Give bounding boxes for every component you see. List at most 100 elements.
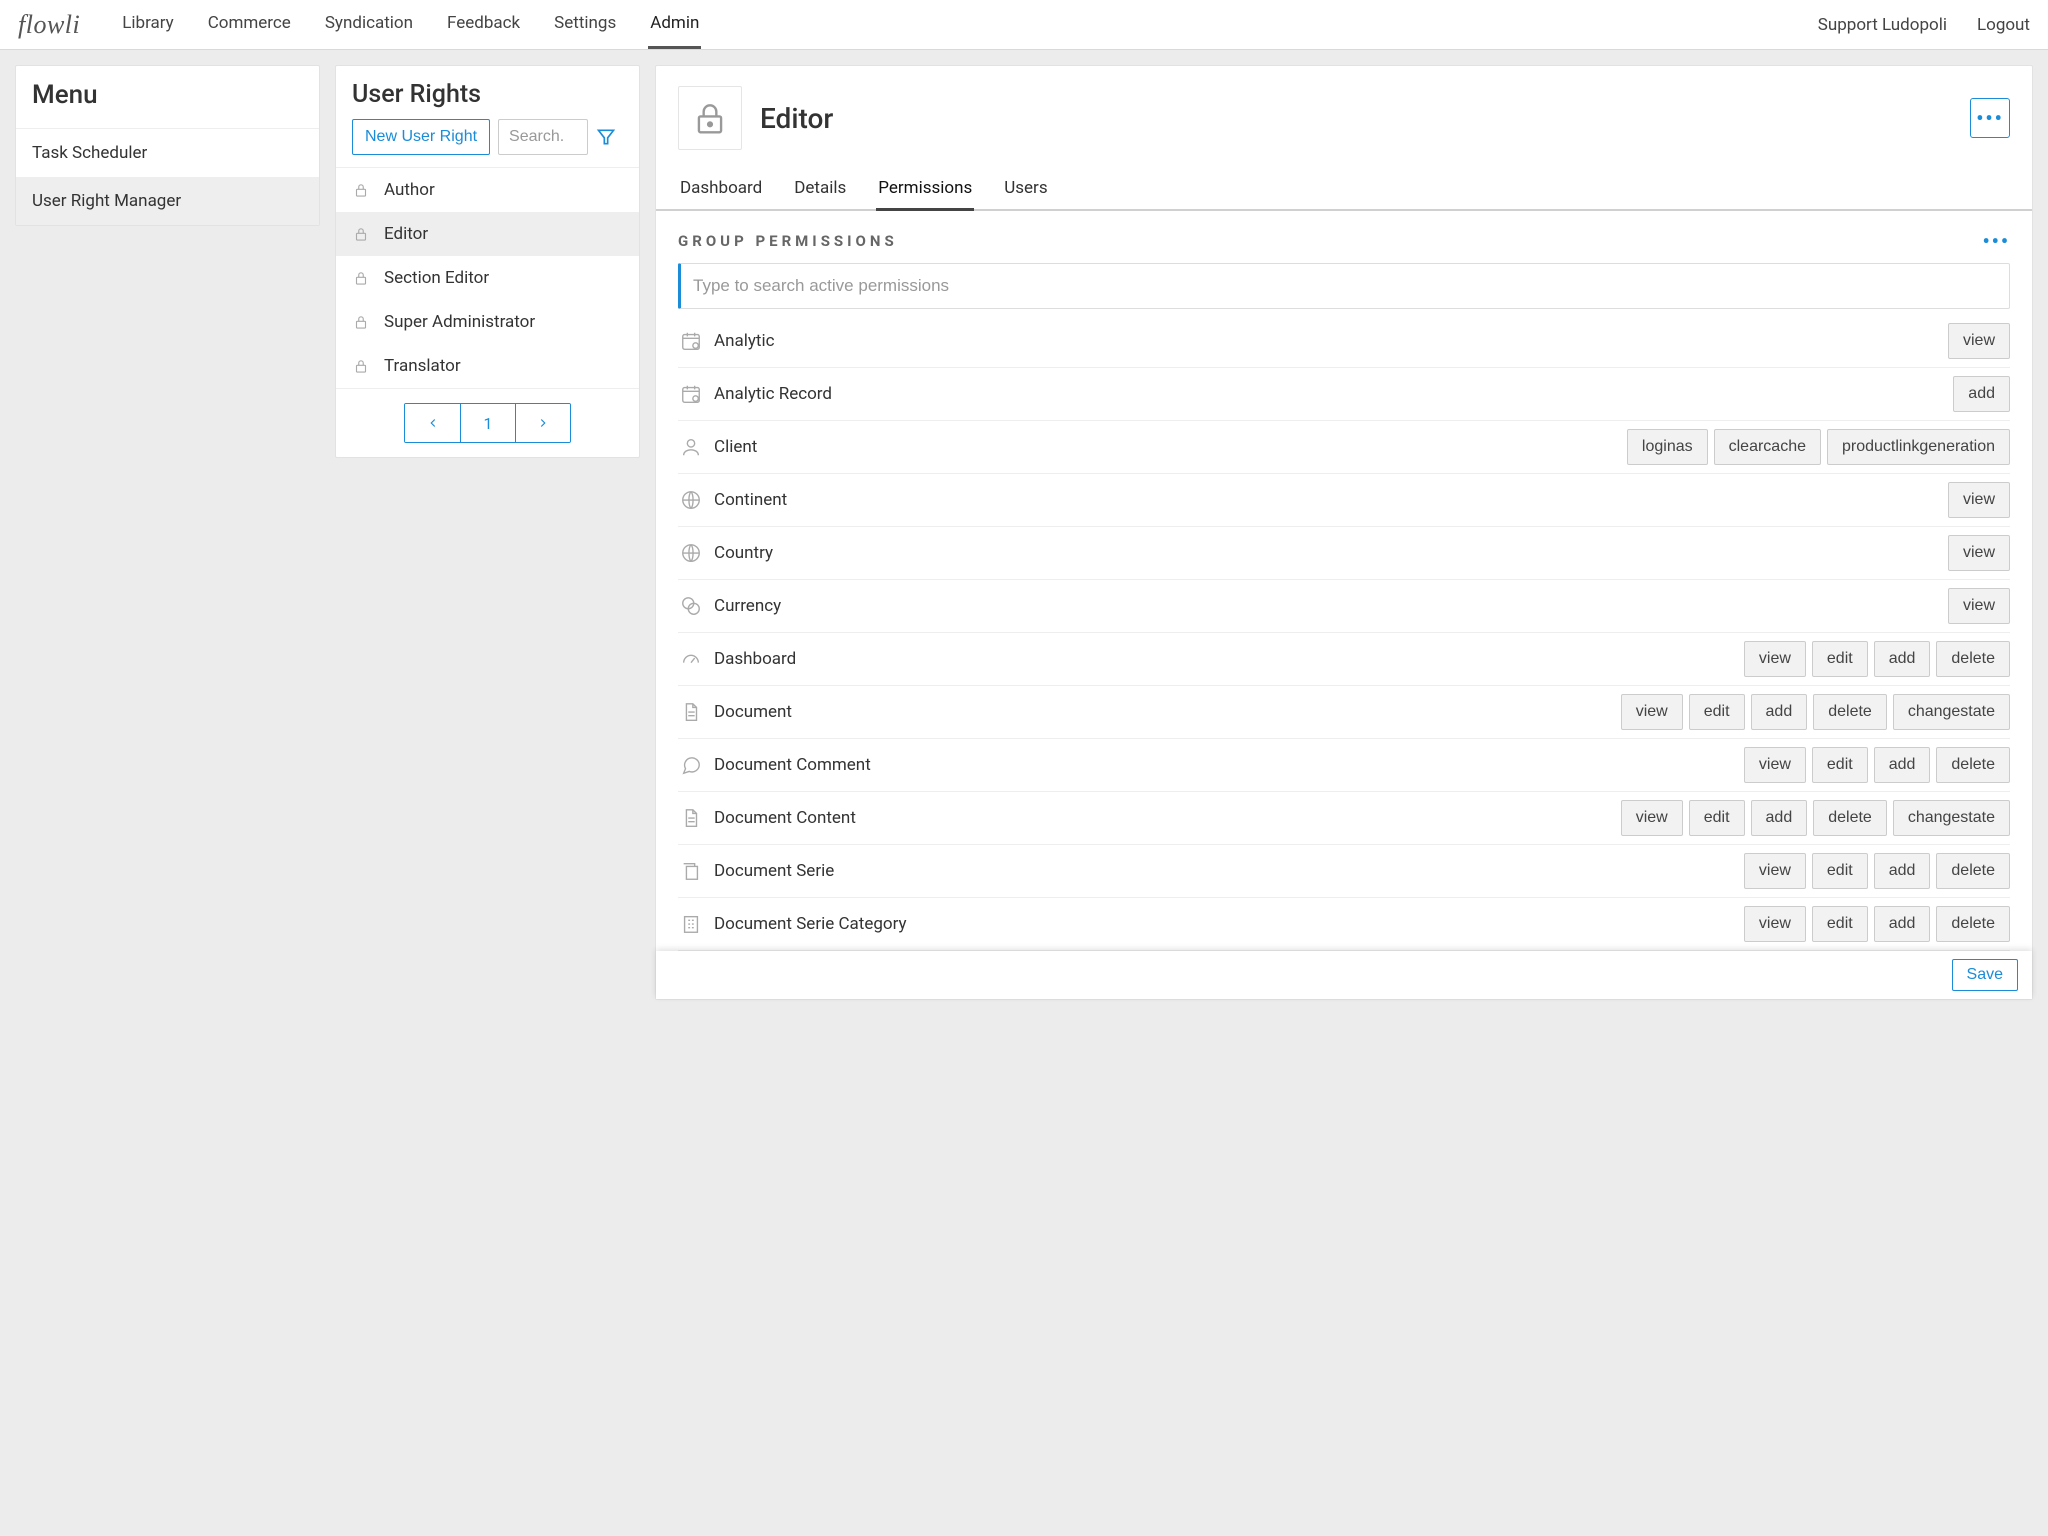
nav-settings[interactable]: Settings bbox=[552, 0, 618, 49]
perm-action-edit[interactable]: edit bbox=[1812, 641, 1868, 677]
user-right-author[interactable]: Author bbox=[336, 168, 639, 212]
permission-row-document: Document vieweditadddeletechangestate bbox=[678, 686, 2010, 739]
nav-right-support-ludopoli[interactable]: Support Ludopoli bbox=[1818, 15, 1947, 35]
perm-action-add[interactable]: add bbox=[1751, 800, 1808, 836]
permission-label: Document Serie Category bbox=[714, 914, 1734, 934]
perm-action-view[interactable]: view bbox=[1744, 853, 1806, 889]
permission-row-dashboard: Dashboardvieweditadddelete bbox=[678, 633, 2010, 686]
perm-action-edit[interactable]: edit bbox=[1689, 800, 1745, 836]
perm-action-add[interactable]: add bbox=[1874, 747, 1931, 783]
perm-action-view[interactable]: view bbox=[1621, 800, 1683, 836]
tab-permissions[interactable]: Permissions bbox=[876, 168, 974, 211]
user-right-label: Editor bbox=[384, 224, 428, 244]
user-right-label: Author bbox=[384, 180, 435, 200]
perm-action-delete[interactable]: delete bbox=[1936, 747, 2010, 783]
perm-action-view[interactable]: view bbox=[1948, 535, 2010, 571]
perm-action-view[interactable]: view bbox=[1948, 588, 2010, 624]
pager-page-button[interactable]: 1 bbox=[460, 404, 515, 442]
filter-icon[interactable] bbox=[596, 127, 616, 147]
menu-item-user-right-manager[interactable]: User Right Manager bbox=[16, 177, 319, 225]
perm-action-loginas[interactable]: loginas bbox=[1627, 429, 1708, 465]
menu-item-task-scheduler[interactable]: Task Scheduler bbox=[16, 129, 319, 177]
permission-label: Document Comment bbox=[714, 755, 1734, 775]
user-right-section-editor[interactable]: Section Editor bbox=[336, 256, 639, 300]
user-rights-title: User Rights bbox=[352, 80, 623, 109]
permission-label: Currency bbox=[714, 596, 1938, 616]
pager-next-button[interactable] bbox=[515, 404, 570, 442]
perm-action-add[interactable]: add bbox=[1751, 694, 1808, 730]
perm-action-delete[interactable]: delete bbox=[1936, 641, 2010, 677]
perm-action-edit[interactable]: edit bbox=[1812, 853, 1868, 889]
perm-action-edit[interactable]: edit bbox=[1812, 747, 1868, 783]
perm-action-changestate[interactable]: changestate bbox=[1893, 694, 2010, 730]
save-button[interactable]: Save bbox=[1952, 959, 2018, 991]
permissions-search-input[interactable] bbox=[678, 263, 2010, 309]
perm-action-view[interactable]: view bbox=[1744, 906, 1806, 942]
permission-actions: vieweditadddelete bbox=[1744, 747, 2010, 783]
perm-action-view[interactable]: view bbox=[1744, 641, 1806, 677]
perm-action-edit[interactable]: edit bbox=[1812, 906, 1868, 942]
permission-actions: vieweditadddelete bbox=[1744, 853, 2010, 889]
pager-prev-button[interactable] bbox=[405, 404, 460, 442]
perm-action-delete[interactable]: delete bbox=[1813, 800, 1887, 836]
perm-action-view[interactable]: view bbox=[1948, 482, 2010, 518]
save-bar: Save bbox=[656, 951, 2032, 999]
tab-users[interactable]: Users bbox=[1002, 168, 1049, 211]
permission-label: Country bbox=[714, 543, 1938, 563]
lock-icon bbox=[352, 181, 370, 199]
nav-feedback[interactable]: Feedback bbox=[445, 0, 522, 49]
tab-details[interactable]: Details bbox=[792, 168, 848, 211]
user-right-label: Super Administrator bbox=[384, 312, 535, 332]
detail-more-button[interactable]: ••• bbox=[1970, 98, 2010, 138]
permission-row-client: Clientloginasclearcacheproductlinkgenera… bbox=[678, 421, 2010, 474]
lock-icon bbox=[678, 86, 742, 150]
nav-library[interactable]: Library bbox=[120, 0, 175, 49]
perm-action-add[interactable]: add bbox=[1874, 906, 1931, 942]
nav-commerce[interactable]: Commerce bbox=[206, 0, 293, 49]
perm-action-add[interactable]: add bbox=[1874, 853, 1931, 889]
user-rights-search-input[interactable] bbox=[498, 119, 588, 155]
tab-dashboard[interactable]: Dashboard bbox=[678, 168, 764, 211]
topbar: flowli Library Commerce Syndication Feedbac… bbox=[0, 0, 2048, 50]
perm-action-view[interactable]: view bbox=[1744, 747, 1806, 783]
permission-actions: vieweditadddeletechangestate bbox=[1621, 800, 2010, 836]
perm-action-clearcache[interactable]: clearcache bbox=[1714, 429, 1821, 465]
user-right-label: Translator bbox=[384, 356, 461, 376]
nav-admin[interactable]: Admin bbox=[648, 0, 701, 49]
permission-actions: vieweditadddelete bbox=[1744, 641, 2010, 677]
permission-label: Document bbox=[714, 702, 1611, 722]
new-user-right-button[interactable]: New User Right bbox=[352, 119, 490, 155]
detail-tabs: Dashboard Details Permissions Users bbox=[656, 158, 2032, 211]
perm-action-delete[interactable]: delete bbox=[1936, 853, 2010, 889]
user-right-super-administrator[interactable]: Super Administrator bbox=[336, 300, 639, 344]
building-icon bbox=[678, 913, 704, 935]
user-right-label: Section Editor bbox=[384, 268, 489, 288]
perm-action-productlinkgeneration[interactable]: productlinkgeneration bbox=[1827, 429, 2010, 465]
menu-panel: Menu Task SchedulerUser Right Manager bbox=[15, 65, 320, 226]
nav-syndication[interactable]: Syndication bbox=[323, 0, 415, 49]
perm-action-edit[interactable]: edit bbox=[1689, 694, 1745, 730]
comment-icon bbox=[678, 754, 704, 776]
perm-action-view[interactable]: view bbox=[1621, 694, 1683, 730]
group-permissions-more-button[interactable]: ••• bbox=[1982, 229, 2010, 253]
detail-title: Editor bbox=[760, 102, 833, 135]
nav-right-logout[interactable]: Logout bbox=[1977, 15, 2030, 35]
perm-action-view[interactable]: view bbox=[1948, 323, 2010, 359]
permission-actions: vieweditadddeletechangestate bbox=[1621, 694, 2010, 730]
user-right-editor[interactable]: Editor bbox=[336, 212, 639, 256]
detail-panel: Editor ••• Dashboard Details Permissions Us… bbox=[655, 65, 2033, 1000]
perm-action-changestate[interactable]: changestate bbox=[1893, 800, 2010, 836]
calendar-icon bbox=[678, 330, 704, 352]
lock-icon bbox=[352, 313, 370, 331]
brand-logo: flowli bbox=[18, 10, 80, 40]
permission-actions: view bbox=[1948, 588, 2010, 624]
person-icon bbox=[678, 436, 704, 458]
perm-action-delete[interactable]: delete bbox=[1936, 906, 2010, 942]
permission-actions: loginasclearcacheproductlinkgeneration bbox=[1627, 429, 2010, 465]
perm-action-delete[interactable]: delete bbox=[1813, 694, 1887, 730]
permission-row-currency: Currency view bbox=[678, 580, 2010, 633]
perm-action-add[interactable]: add bbox=[1874, 641, 1931, 677]
user-right-translator[interactable]: Translator bbox=[336, 344, 639, 388]
perm-action-add[interactable]: add bbox=[1953, 376, 2010, 412]
permission-row-document-content: Document Contentvieweditadddeletechanges… bbox=[678, 792, 2010, 845]
